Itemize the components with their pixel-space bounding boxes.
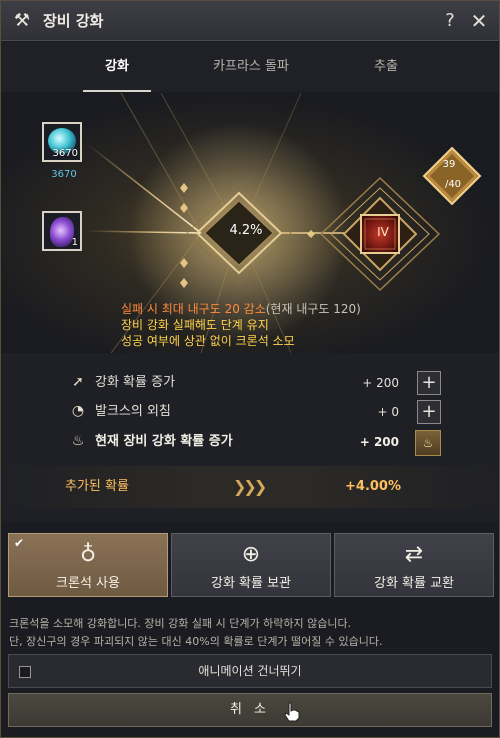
actions-panel: ✔ ♁ 크론석 사용 ⊕ 강화 확률 보관 ⇄ 강화 확률 교환 크론석을 소모… [1,523,499,737]
failstack-detail-button[interactable]: ♨ [415,430,441,456]
added-rate-value: +4.00% [345,479,401,494]
crystal-material-slot[interactable]: 3670 [42,122,82,162]
check-icon: ✔ [14,536,25,550]
rate-row-current: ♨ 현재 장비 강화 확률 증가 + 200 ♨ [69,430,441,456]
window-title: 장비 강화 [43,12,104,30]
hand-cursor-icon [284,702,300,722]
crystal-count: 3670 [52,148,78,159]
description-line-2: 단, 장신구의 경우 파괴되지 않는 대신 40%의 확률로 단계가 떨어질 수… [9,635,383,648]
help-button[interactable]: ? [439,9,461,33]
failstack-current: 39 [442,159,456,170]
cancel-label: 취 소 [229,702,271,717]
failstack-counter [422,146,482,206]
tab-caphras[interactable]: 카프라스 돌파 [196,42,306,92]
tab-extract[interactable]: 추출 [346,42,426,92]
add-valks-button[interactable]: + [417,400,441,424]
swap-arrows-icon: ⇄ [404,542,424,567]
download-circle-icon: ⊕ [241,542,261,567]
title-bar[interactable]: ⚒ 장비 강화 ? ✕ [1,1,499,41]
button-label: 강화 확률 교환 [373,576,455,591]
active-tab-indicator [83,90,151,92]
store-rate-button[interactable]: ⊕ 강화 확률 보관 [171,533,331,597]
added-rate-bar: 추가된 확률 ❯❯❯ +4.00% [1,466,499,508]
exchange-rate-button[interactable]: ⇄ 강화 확률 교환 [334,533,494,597]
rates-panel: ➚ 강화 확률 증가 + 200 + ◔ 발크스의 외침 + 0 + ♨ 현재 … [1,353,499,521]
enhance-stage-label: IV [377,225,389,239]
arrow-up-icon: ➚ [72,374,84,390]
flame-icon: ♨ [71,433,85,449]
rate-label: 발크스의 외침 [95,404,171,419]
rate-value: + 200 [359,435,399,449]
enhance-stage: 3670 3670 1 4.2% IV 39 /40 실패 시 최대 내구도 2… [1,93,499,353]
hammer-wrench-icon: ⚒ [13,10,31,31]
warning-cron-consumed: 성공 여부에 상관 없이 크론석 소모 [121,334,295,348]
description-line-1: 크론석을 소모해 강화합니다. 장비 강화 실패 시 단계가 하락하지 않습니다… [9,617,352,630]
warning-durability: 실패 시 최대 내구도 20 감소(현재 내구도 120) [121,302,361,316]
stone-count: 1 [71,237,78,248]
tab-enhance[interactable]: 강화 [83,42,151,92]
use-cron-stone-button[interactable]: ✔ ♁ 크론석 사용 [8,533,168,597]
rate-value: + 200 [362,376,399,390]
crystal-owned: 3670 [51,169,77,180]
valks-cry-icon: ◔ [71,403,85,419]
chevron-right-icon: ❯❯❯ [233,477,267,496]
success-rate: 4.2% [229,223,263,238]
skip-animation-label: 애니메이션 건너뛰기 [198,664,302,678]
enhance-window: ⚒ 장비 강화 ? ✕ 강화 카프라스 돌파 추출 3670 3670 1 4.… [0,0,500,738]
cron-stone-icon: ♁ [79,542,97,567]
add-rate-button[interactable]: + [417,371,441,395]
rate-value: + 0 [377,405,399,419]
rate-row-valks: ◔ 발크스의 외침 + 0 + [69,400,441,424]
button-label: 크론석 사용 [56,576,120,591]
added-rate-label: 추가된 확률 [65,479,129,494]
rate-label: 강화 확률 증가 [95,375,176,390]
close-button[interactable]: ✕ [468,9,490,33]
tab-bar: 강화 카프라스 돌파 추출 [1,42,499,92]
warning-stage-kept: 장비 강화 실패해도 단계 유지 [121,318,269,332]
rate-row-increase: ➚ 강화 확률 증가 + 200 + [69,371,441,395]
cancel-button[interactable]: 취 소 [8,693,492,727]
stone-material-slot[interactable]: 1 [42,211,82,251]
purple-stone-icon [50,217,74,247]
rate-label: 현재 장비 강화 확률 증가 [95,434,233,449]
skip-animation-toggle[interactable]: 애니메이션 건너뛰기 [8,654,492,688]
failstack-max: /40 [444,179,462,190]
button-label: 강화 확률 보관 [210,576,292,591]
